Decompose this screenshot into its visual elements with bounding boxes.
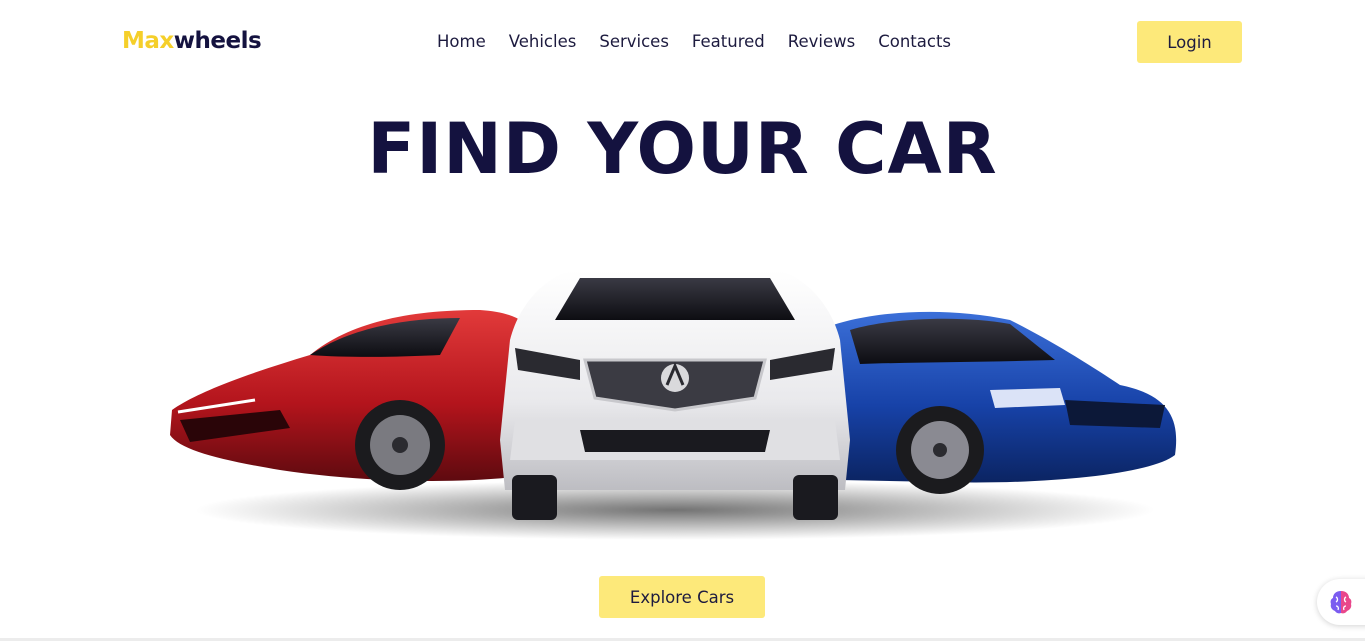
hero-cars-image: [160, 260, 1190, 550]
nav-link-vehicles[interactable]: Vehicles: [509, 31, 577, 53]
hero-title: FIND YOUR CAR: [367, 108, 998, 190]
login-button[interactable]: Login: [1137, 21, 1242, 63]
nav-link-reviews[interactable]: Reviews: [788, 31, 855, 53]
blue-sedan: [820, 311, 1177, 494]
brand-logo-rest: wheels: [173, 28, 262, 54]
nav-link-services[interactable]: Services: [599, 31, 669, 53]
nav-link-contacts[interactable]: Contacts: [878, 31, 951, 53]
brand-logo-accent: Max: [122, 28, 174, 54]
brain-icon: [1330, 591, 1352, 614]
nav-link-home[interactable]: Home: [437, 31, 486, 53]
top-navbar: Maxwheels Home Vehicles Services Feature…: [0, 0, 1365, 84]
nav-link-featured[interactable]: Featured: [692, 31, 765, 53]
main-nav: Home Vehicles Services Featured Reviews …: [437, 31, 974, 53]
red-sports-car: [170, 310, 530, 490]
white-suv: [500, 270, 850, 520]
explore-cars-button[interactable]: Explore Cars: [599, 576, 765, 618]
assistant-button[interactable]: [1317, 579, 1365, 625]
brand-logo[interactable]: Maxwheels: [122, 27, 262, 55]
